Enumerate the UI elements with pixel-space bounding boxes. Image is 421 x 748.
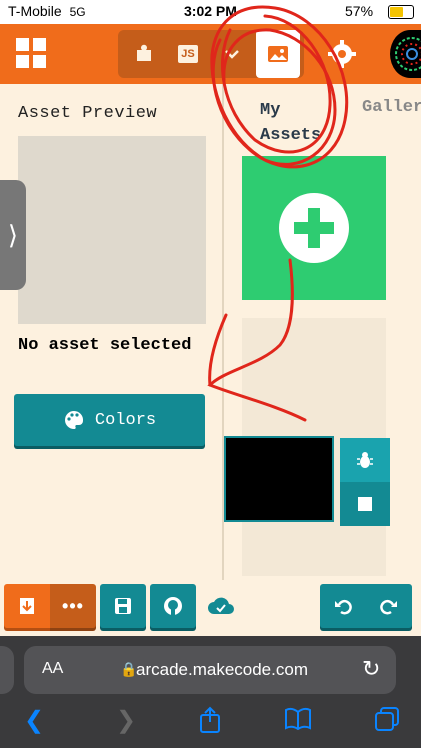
debug-button[interactable]: [340, 438, 390, 482]
palette-icon: [64, 410, 83, 429]
chevron-down-icon: [225, 50, 239, 59]
tab-my-assets-line2: Assets: [260, 126, 322, 145]
back-icon[interactable]: ❮: [24, 706, 44, 735]
javascript-editor-button[interactable]: JS: [168, 34, 208, 74]
home-button[interactable]: [14, 36, 48, 70]
bug-icon: [357, 452, 373, 468]
chevron-right-icon: ⟩: [7, 219, 19, 250]
tab-my-assets[interactable]: My Assets: [260, 98, 321, 148]
puzzle-icon: [137, 44, 151, 61]
network-type: 5G: [69, 5, 86, 19]
makecode-logo[interactable]: [390, 30, 421, 78]
redo-icon: [380, 599, 397, 615]
bookmarks-icon[interactable]: [284, 706, 312, 737]
grid-icon: [16, 38, 46, 68]
asset-editor-icon-wrap: [258, 34, 298, 74]
asset-preview-title: Asset Preview: [18, 104, 158, 123]
game-simulator[interactable]: [224, 436, 334, 522]
blocks-editor-button[interactable]: [124, 34, 164, 74]
save-button[interactable]: [100, 584, 146, 628]
redo-button[interactable]: [366, 584, 412, 628]
carrier-name: T-Mobile: [8, 3, 62, 19]
gear-icon: [328, 40, 356, 68]
tabs-icon[interactable]: [374, 706, 400, 739]
download-icon: [20, 598, 34, 614]
language-dropdown[interactable]: [212, 34, 252, 74]
url-text: arcade.makecode.com: [136, 660, 308, 679]
ellipsis-icon: •••: [62, 595, 84, 616]
floppy-icon: [115, 598, 131, 614]
logo-icon: [395, 37, 421, 71]
carrier-label: T-Mobile 5G: [8, 3, 86, 19]
more-button[interactable]: •••: [50, 584, 96, 628]
undo-icon: [335, 599, 352, 615]
editor-toolbar: JS: [0, 24, 421, 84]
js-icon: JS: [178, 45, 198, 63]
clock: 3:02 PM: [184, 3, 237, 19]
battery-icon: [388, 5, 414, 19]
lock-icon: 🔒: [120, 661, 138, 677]
add-asset-button[interactable]: [242, 156, 386, 300]
battery-percent: 57%: [345, 3, 374, 19]
image-icon: [268, 46, 288, 62]
reader-options-button[interactable]: AA: [42, 660, 63, 678]
colors-button[interactable]: Colors: [14, 394, 205, 446]
expand-panel-tab[interactable]: ⟩: [0, 180, 26, 290]
tab-my-assets-line1: My: [260, 101, 281, 120]
previous-tab-stub[interactable]: [0, 646, 14, 694]
address-bar[interactable]: AA 🔒 arcade.makecode.com ↻: [24, 646, 396, 694]
stop-button[interactable]: [340, 482, 390, 526]
cloud-check-icon: [208, 597, 234, 614]
reload-icon[interactable]: ↻: [362, 656, 380, 682]
status-bar: T-Mobile 5G 3:02 PM 57%: [0, 0, 421, 24]
stop-icon: [358, 497, 372, 511]
cloud-sync-status: [206, 594, 236, 618]
settings-button[interactable]: [326, 38, 358, 70]
undo-button[interactable]: [320, 584, 366, 628]
asset-preview-canvas: [18, 136, 206, 324]
forward-icon[interactable]: ❯: [116, 706, 136, 735]
no-asset-label: No asset selected: [18, 336, 192, 355]
download-button[interactable]: [4, 584, 50, 628]
tab-gallery[interactable]: Galler: [362, 98, 421, 117]
github-icon: [164, 597, 182, 615]
colors-button-label: Colors: [94, 410, 157, 430]
share-icon[interactable]: [198, 706, 222, 741]
plus-icon: [279, 193, 349, 263]
github-button[interactable]: [150, 584, 196, 628]
